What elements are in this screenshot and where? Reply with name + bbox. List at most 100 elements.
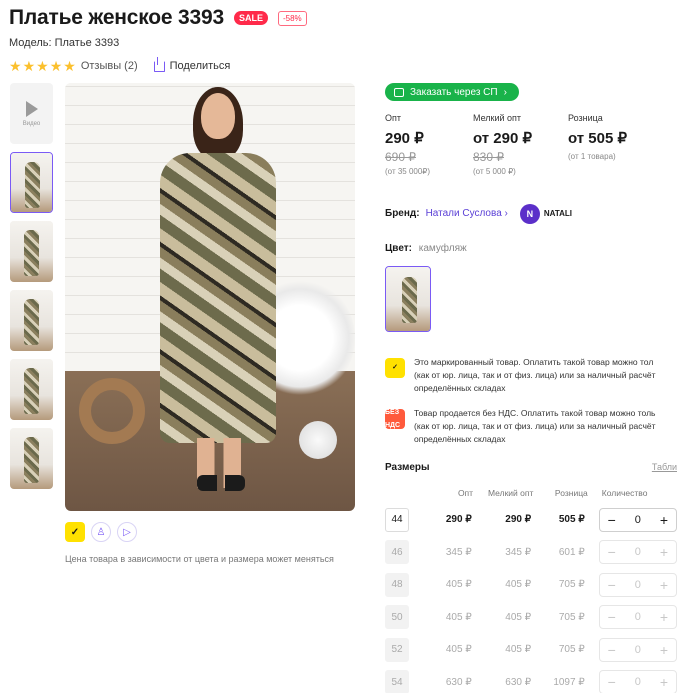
quantity-value[interactable]: 0	[635, 676, 641, 688]
quantity-stepper[interactable]: − 0 +	[598, 670, 677, 693]
play-circle-icon[interactable]: ▷	[117, 522, 137, 542]
size-table-link[interactable]: Табли	[652, 462, 677, 473]
chevron-right-icon: ›	[504, 208, 508, 219]
honest-sign-icon: ✓	[385, 357, 405, 378]
size-button[interactable]: 54	[385, 670, 409, 693]
photo-thumbnail[interactable]	[10, 428, 53, 489]
discount-badge: -58%	[277, 10, 307, 26]
chevron-right-icon: ›	[503, 86, 507, 98]
star-icon: ★	[22, 58, 36, 74]
share-label: Поделиться	[169, 60, 231, 72]
price-label: Опт	[385, 112, 401, 123]
notice-line: определённых складах	[414, 433, 506, 444]
size-price-opt: 630 ₽	[445, 676, 472, 688]
minus-icon[interactable]: −	[606, 643, 618, 657]
video-thumbnail[interactable]: Видео	[10, 83, 53, 144]
plus-icon[interactable]: +	[658, 513, 670, 527]
photo-thumbnail[interactable]	[10, 152, 53, 213]
honest-sign-icon[interactable]: ✓	[65, 522, 85, 542]
size-price-small-opt: 405 ₽	[505, 644, 532, 656]
minus-icon[interactable]: −	[606, 675, 618, 689]
main-product-photo[interactable]	[65, 83, 355, 511]
sale-badge: SALE	[233, 11, 268, 25]
minus-icon[interactable]: −	[606, 545, 618, 559]
reviews-link[interactable]: Отзывы (2)	[81, 60, 138, 72]
size-price-retail: 505 ₽	[558, 514, 585, 526]
size-price-retail: 705 ₽	[558, 611, 585, 623]
order-sp-button[interactable]: Заказать через СП ›	[385, 83, 519, 101]
brand-name-text: Натали Суслова	[425, 208, 502, 219]
price-label: Мелкий опт	[473, 112, 522, 123]
quantity-stepper[interactable]: − 0 +	[598, 540, 677, 565]
star-icon: ★	[36, 58, 49, 74]
col-opt: Опт	[457, 487, 474, 498]
user-icon[interactable]: ♙	[91, 522, 111, 542]
quantity-value[interactable]: 0	[635, 546, 641, 558]
price-retail: Розница от 505 ₽ (от 1 товара)	[568, 113, 663, 176]
sizes-header: Размеры Табли	[385, 462, 677, 473]
brand-link[interactable]: Натали Суслова ›	[426, 208, 508, 219]
price-value: 290 ₽	[385, 129, 424, 147]
rating-stars: ★ ★ ★ ★ ★	[9, 59, 76, 73]
share-icon	[153, 56, 165, 72]
color-swatch[interactable]	[385, 265, 431, 332]
quantity-value[interactable]: 0	[635, 514, 641, 526]
plus-icon[interactable]: +	[658, 578, 670, 592]
size-button[interactable]: 46	[385, 540, 409, 565]
notice-line: Это маркированный товар. Оплатить такой …	[414, 356, 654, 367]
price-old: 830 ₽	[473, 149, 504, 164]
price-old: 690 ₽	[385, 149, 416, 164]
size-price-retail: 705 ₽	[558, 579, 585, 591]
photo-thumbnail[interactable]	[10, 290, 53, 351]
plus-icon[interactable]: +	[658, 675, 670, 689]
product-header: Платье женское 3393 SALE -58% Модель: Пл…	[9, 6, 677, 73]
notice-line: Товар продается без НДС. Оплатить такой …	[414, 407, 656, 418]
photo-thumbnail[interactable]	[10, 221, 53, 282]
size-price-opt: 290 ₽	[445, 514, 472, 526]
plus-icon[interactable]: +	[658, 610, 670, 624]
plus-icon[interactable]: +	[658, 643, 670, 657]
plus-icon[interactable]: +	[658, 545, 670, 559]
size-button[interactable]: 44	[385, 507, 409, 532]
col-qty: Количество	[601, 487, 648, 498]
play-icon	[25, 100, 38, 117]
size-button[interactable]: 48	[385, 572, 409, 597]
minus-icon[interactable]: −	[606, 578, 618, 592]
size-price-retail: 705 ₽	[558, 644, 585, 656]
quantity-value[interactable]: 0	[635, 579, 641, 591]
star-icon: ★	[49, 58, 63, 74]
minus-icon[interactable]: −	[606, 610, 618, 624]
size-button[interactable]: 50	[385, 605, 409, 630]
size-row: 46 345 ₽ 345 ₽ 601 ₽ − 0 +	[385, 536, 677, 569]
feature-badges: ✓ ♙ ▷	[65, 522, 137, 542]
notice-line: определённых складах	[414, 382, 506, 393]
size-price-retail: 1097 ₽	[553, 676, 585, 688]
size-row: 52 405 ₽ 405 ₽ 705 ₽ − 0 +	[385, 634, 677, 667]
quantity-stepper[interactable]: − 0 +	[598, 637, 677, 662]
star-icon: ★	[9, 58, 22, 74]
minus-icon[interactable]: −	[606, 513, 618, 527]
share-button[interactable]: Поделиться	[153, 56, 231, 72]
quantity-stepper[interactable]: − 0 +	[598, 572, 677, 597]
size-price-small-opt: 630 ₽	[505, 676, 532, 688]
no-vat-notice: БЕЗ НДС Товар продается без НДС. Оплатит…	[385, 407, 677, 446]
quantity-value[interactable]: 0	[635, 611, 641, 623]
price-note-min: (от 35 000₽)	[385, 166, 431, 176]
price-block: Опт 290 ₽ 690 ₽ (от 35 000₽) Мелкий опт …	[385, 113, 677, 176]
color-label: Цвет:	[385, 242, 412, 254]
photo-thumbnail[interactable]	[10, 359, 53, 420]
notice-line: (как от юр. лица, так и от физ. лица) ил…	[414, 369, 656, 380]
color-value: камуфляж	[418, 242, 467, 254]
quantity-value[interactable]: 0	[635, 644, 641, 656]
size-price-opt: 405 ₽	[445, 644, 472, 656]
brand-logo-icon[interactable]: N	[519, 203, 540, 224]
sizes-table-header: Опт Мелкий опт Розница Количество	[385, 488, 677, 498]
order-label: Заказать через СП	[410, 86, 498, 98]
star-icon: ★	[63, 58, 76, 74]
size-button[interactable]: 52	[385, 637, 409, 662]
brand-label: Бренд:	[385, 208, 420, 219]
size-price-small-opt: 405 ₽	[505, 611, 532, 623]
size-price-opt: 405 ₽	[445, 579, 472, 591]
quantity-stepper[interactable]: − 0 +	[598, 507, 677, 532]
quantity-stepper[interactable]: − 0 +	[598, 605, 677, 630]
